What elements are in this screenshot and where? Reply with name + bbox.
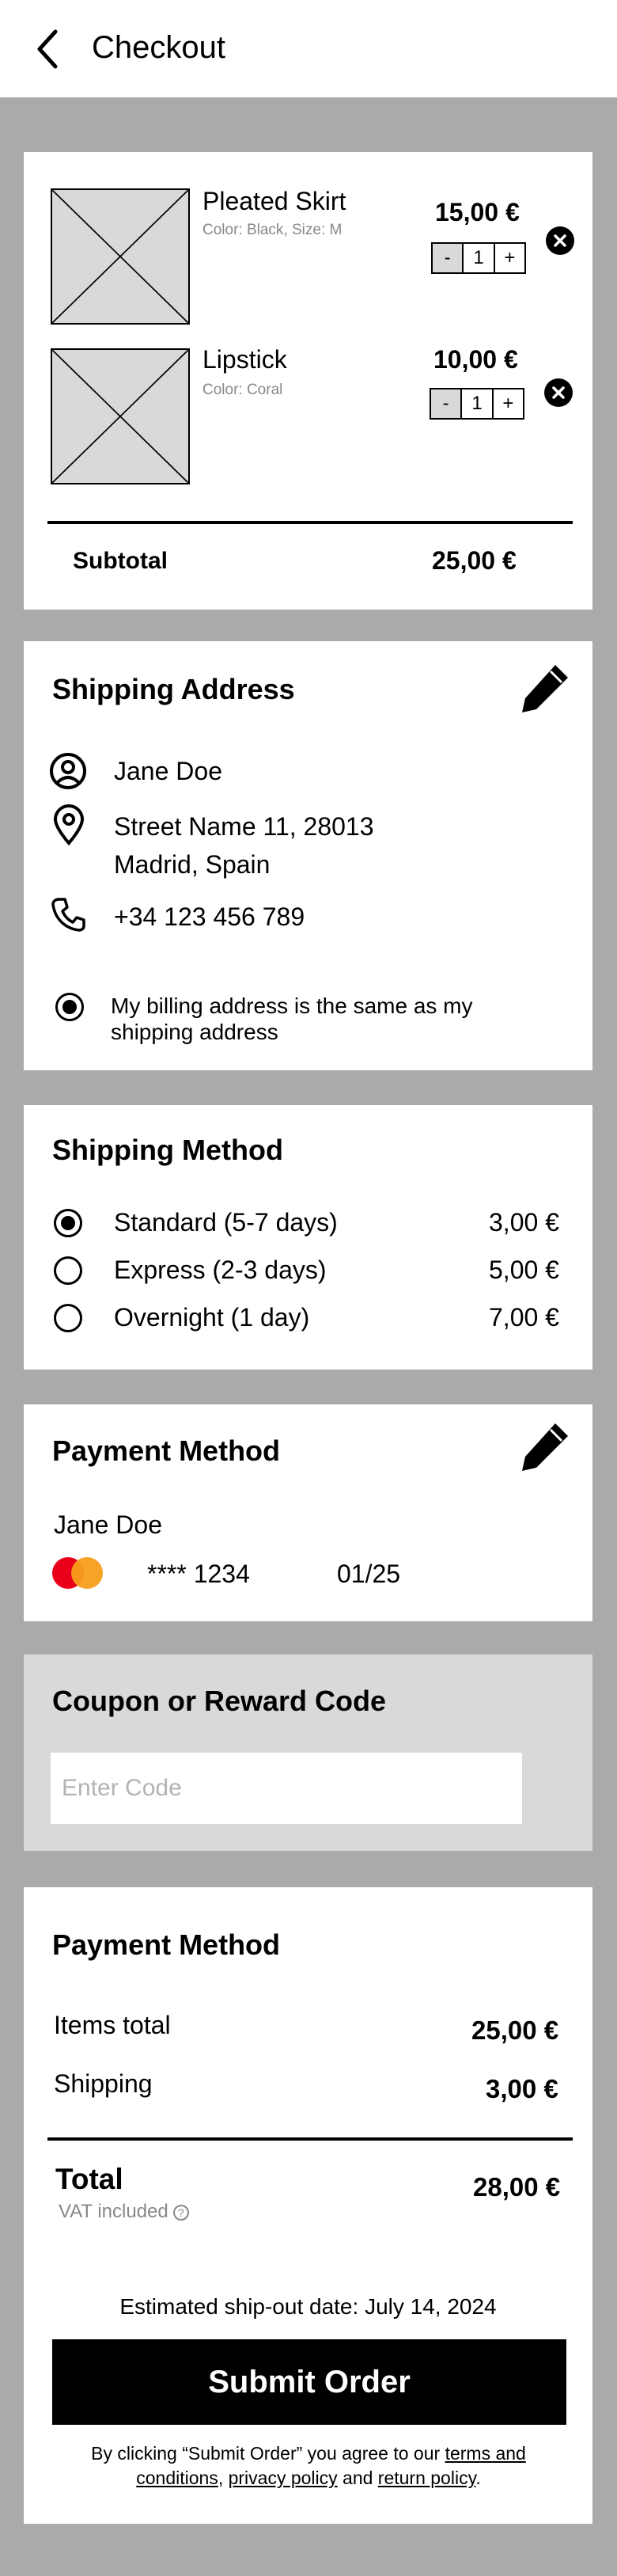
payment-method-card: Payment Method Jane Doe **** 1234 01/25 xyxy=(24,1404,592,1621)
section-title: Payment Method xyxy=(52,1434,281,1467)
product-meta: Color: Black, Size: M xyxy=(203,222,343,238)
shipping-option-price: 5,00 € xyxy=(489,1256,559,1284)
total-label: Total xyxy=(55,2163,123,2195)
shipping-value: 3,00 € xyxy=(486,2074,558,2103)
subtotal-label: Subtotal xyxy=(73,548,168,574)
legal-comma: , xyxy=(218,2468,229,2488)
shipping-option-radio[interactable] xyxy=(54,1304,82,1332)
divider xyxy=(47,521,573,524)
quantity-value: 1 xyxy=(462,244,495,272)
edit-pencil-icon[interactable] xyxy=(516,660,573,717)
shipping-method-card: Shipping Method Standard (5-7 days) 3,00… xyxy=(24,1105,592,1370)
vat-note: VAT included? xyxy=(59,2201,189,2223)
decrease-button[interactable]: - xyxy=(433,244,463,272)
section-title: Shipping Method xyxy=(52,1134,283,1166)
decrease-button[interactable]: - xyxy=(431,389,461,418)
remove-item-icon[interactable] xyxy=(544,378,573,407)
quantity-stepper: - 1 + xyxy=(431,242,526,274)
legal-prefix: By clicking “Submit Order” you agree to … xyxy=(91,2443,445,2464)
address-city: Madrid, Spain xyxy=(114,850,271,879)
increase-button[interactable]: + xyxy=(494,389,523,418)
product-meta: Color: Coral xyxy=(203,382,283,398)
shipping-option-price: 3,00 € xyxy=(489,1208,559,1237)
back-arrow-icon[interactable] xyxy=(33,28,65,70)
shipping-label: Shipping xyxy=(54,2069,153,2098)
legal-text: By clicking “Submit Order” you agree to … xyxy=(55,2441,562,2491)
vat-note-text: VAT included xyxy=(59,2201,168,2222)
section-title: Coupon or Reward Code xyxy=(52,1685,386,1717)
return-policy-link[interactable]: return policy xyxy=(378,2468,476,2488)
coupon-card: Coupon or Reward Code xyxy=(24,1655,592,1851)
shipping-option-radio[interactable] xyxy=(54,1209,82,1237)
shipping-address-card: Shipping Address Jane Doe Street Name 11… xyxy=(24,641,592,1070)
product-image-placeholder[interactable] xyxy=(51,188,190,325)
shipping-option-price: 7,00 € xyxy=(489,1303,559,1332)
shipping-option-label[interactable]: Overnight (1 day) xyxy=(114,1303,309,1332)
quantity-stepper: - 1 + xyxy=(430,388,524,420)
page-title: Checkout xyxy=(92,30,225,65)
quantity-value: 1 xyxy=(460,389,494,418)
address-street: Street Name 11, 28013 xyxy=(114,812,374,841)
privacy-link[interactable]: privacy policy xyxy=(229,2468,338,2488)
product-name[interactable]: Pleated Skirt xyxy=(203,187,346,216)
billing-same-radio[interactable] xyxy=(55,993,84,1021)
address-phone: +34 123 456 789 xyxy=(114,902,305,931)
card-number: **** 1234 xyxy=(147,1560,250,1588)
phone-icon xyxy=(51,896,87,933)
shipping-option-radio[interactable] xyxy=(54,1256,82,1285)
order-summary-card: Payment Method Items total 25,00 € Shipp… xyxy=(24,1887,592,2524)
product-name[interactable]: Lipstick xyxy=(203,345,287,374)
product-price: 15,00 € xyxy=(435,198,520,226)
user-circle-icon xyxy=(49,752,87,790)
shipping-option-label[interactable]: Express (2-3 days) xyxy=(114,1256,327,1285)
product-image-placeholder[interactable] xyxy=(51,348,190,484)
increase-button[interactable]: + xyxy=(495,244,524,272)
submit-order-button[interactable]: Submit Order xyxy=(52,2339,566,2425)
mastercard-icon xyxy=(51,1555,106,1591)
address-name: Jane Doe xyxy=(114,757,222,785)
help-icon[interactable]: ? xyxy=(172,2204,189,2221)
location-pin-icon xyxy=(52,804,85,845)
remove-item-icon[interactable] xyxy=(546,226,574,255)
product-price: 10,00 € xyxy=(433,345,518,374)
section-title: Shipping Address xyxy=(52,673,295,705)
section-title: Payment Method xyxy=(52,1928,281,1961)
edit-pencil-icon[interactable] xyxy=(516,1419,573,1476)
coupon-code-input[interactable] xyxy=(51,1753,522,1824)
divider xyxy=(47,2137,573,2141)
card-holder: Jane Doe xyxy=(54,1510,162,1539)
items-total-value: 25,00 € xyxy=(471,2016,559,2045)
cart-card: Pleated Skirt Color: Black, Size: M 15,0… xyxy=(24,152,592,610)
card-expiry: 01/25 xyxy=(337,1560,401,1588)
total-value: 28,00 € xyxy=(473,2172,561,2202)
billing-same-label[interactable]: My billing address is the same as my shi… xyxy=(111,993,506,1045)
legal-and: and xyxy=(337,2468,378,2488)
ship-date: Estimated ship-out date: July 14, 2024 xyxy=(119,2294,497,2319)
subtotal-value: 25,00 € xyxy=(432,546,517,575)
items-total-label: Items total xyxy=(54,2011,171,2039)
legal-period: . xyxy=(475,2468,481,2488)
shipping-option-label[interactable]: Standard (5-7 days) xyxy=(114,1208,338,1237)
